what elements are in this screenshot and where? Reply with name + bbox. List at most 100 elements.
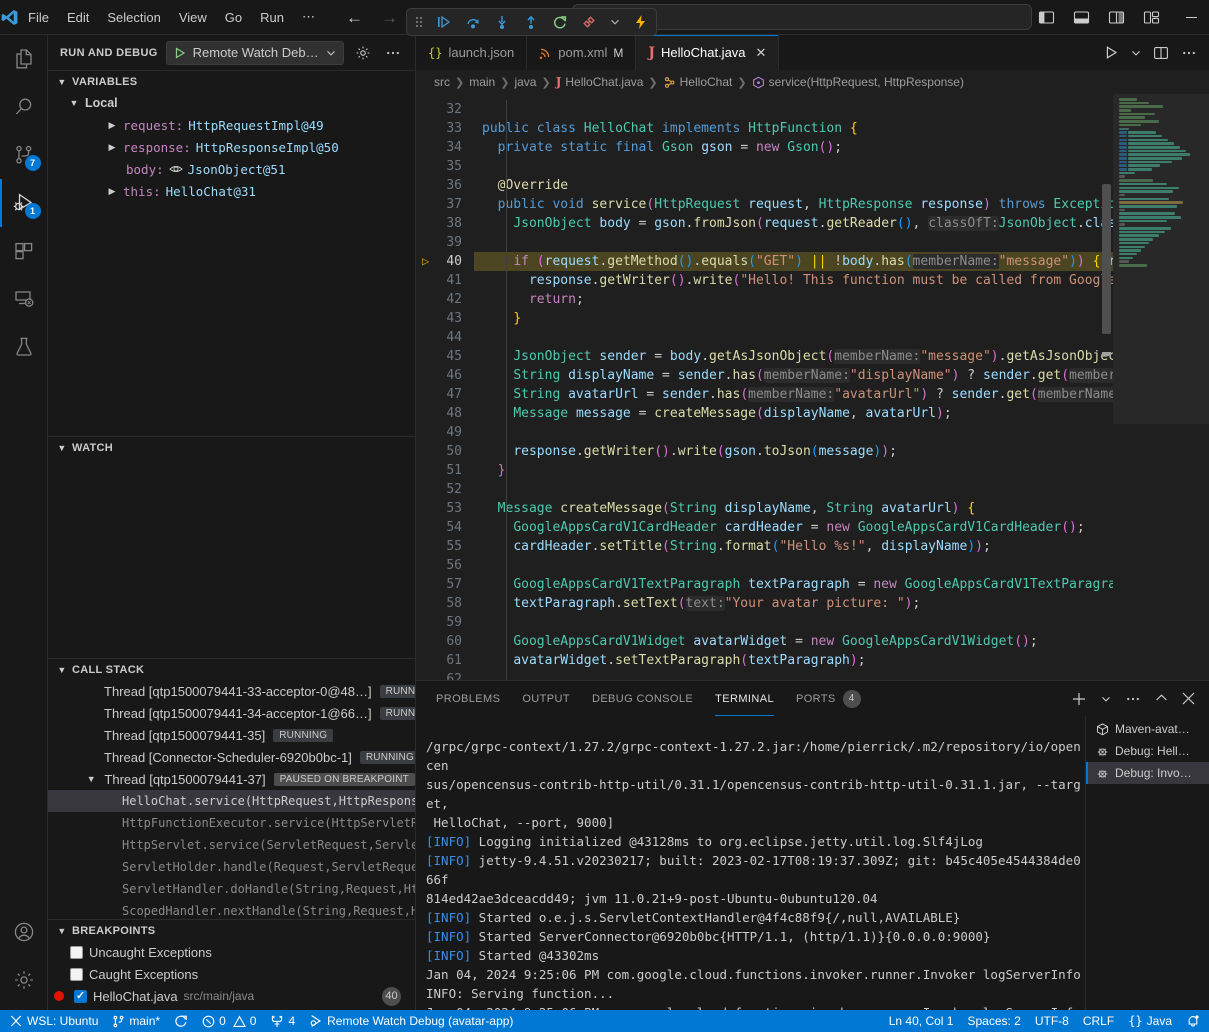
breadcrumb-item-java[interactable]: java [514,75,536,89]
breadcrumb-item-main[interactable]: main [469,75,495,89]
tab-terminal[interactable]: TERMINAL [715,681,774,716]
launch-configuration-select[interactable]: Remote Watch Debug [166,41,344,65]
menu-run[interactable]: Run [251,6,293,29]
variables-scope-local[interactable]: ▼ Local [48,92,415,114]
activity-search-icon[interactable] [0,83,48,131]
close-icon[interactable]: ✕ [756,45,767,61]
variable-row-response[interactable]: ▶ response: HttpResponseImpl@50 [48,136,415,158]
callstack-frame-row[interactable]: HelloChat.service(HttpRequest,HttpRespon… [48,790,415,812]
tab-problems[interactable]: PROBLEMS [436,681,500,716]
terminal-output[interactable]: /grpc/grpc-context/1.27.2/grpc-context-1… [416,716,1085,1010]
toggle-secondary-sidebar-icon[interactable] [1102,3,1130,31]
breakpoint-row-hellochat[interactable]: HelloChat.java src/main/java 40 [48,985,415,1007]
activity-testing-icon[interactable] [0,323,48,371]
continue-icon[interactable] [436,14,452,30]
breadcrumb-item-class[interactable]: HelloChat [663,75,733,89]
chevron-right-icon[interactable]: ▶ [106,186,118,197]
maximize-panel-icon[interactable] [1155,692,1168,705]
run-or-debug-icon[interactable] [1104,45,1119,60]
callstack-thread-row[interactable]: Thread [qtp1500079441-34-acceptor-1@66…]… [48,702,415,724]
status-ports-forwarded[interactable]: 4 [263,1010,302,1032]
step-over-icon[interactable] [465,14,481,30]
chevron-right-icon[interactable]: ▶ [106,142,118,153]
hot-reload-icon[interactable] [633,14,648,30]
breakpoint-arrow-icon[interactable]: ▷ [422,255,429,268]
activity-accounts-icon[interactable] [0,908,48,956]
code-view[interactable]: 32 33 34 35 36 37 38 39 ▷ 40 41 42 [416,94,1113,680]
code-content[interactable]: public class HelloChat implements HttpFu… [474,94,1113,680]
gear-icon[interactable] [352,42,374,64]
more-actions-icon[interactable] [1125,691,1141,707]
play-icon[interactable] [174,47,186,59]
terminal-list-item-debug-invoker[interactable]: Debug: Invo… [1086,762,1209,784]
split-editor-icon[interactable] [1153,45,1169,61]
callstack-frame-row[interactable]: ScopedHandler.nextHandle(String,Request,… [48,900,415,919]
minimize-button[interactable] [1169,0,1209,35]
tab-ports[interactable]: PORTS 4 [796,681,861,716]
menu-file[interactable]: File [19,6,58,29]
ellipsis-icon[interactable] [382,42,404,64]
step-out-icon[interactable] [523,14,539,30]
callstack-frame-row[interactable]: HttpServlet.service(ServletRequest,Servl… [48,834,415,856]
callstack-thread-row[interactable]: Thread [qtp1500079441-35] RUNNING [48,724,415,746]
line-number-gutter[interactable]: 32 33 34 35 36 37 38 39 ▷ 40 41 42 [416,94,474,680]
callstack-frame-row[interactable]: HttpFunctionExecutor.service(HttpServlet… [48,812,415,834]
close-panel-icon[interactable] [1182,692,1195,705]
menu-edit[interactable]: Edit [58,6,98,29]
variable-row-this[interactable]: ▶ this: HelloChat@31 [48,180,415,202]
callstack-frame-row[interactable]: ServletHandler.doHandle(String,Request,H… [48,878,415,900]
tab-pom-xml[interactable]: pom.xml M [527,35,636,70]
variable-row-body[interactable]: body: JsonObject@51 [48,158,415,180]
disconnect-icon[interactable] [581,14,597,30]
breadcrumb-item-file[interactable]: J HelloChat.java [556,75,644,89]
restart-icon[interactable] [552,14,568,30]
breakpoint-row-caught-exceptions[interactable]: Caught Exceptions [48,963,415,985]
menu-go[interactable]: Go [216,6,251,29]
status-problems[interactable]: 0 0 [195,1010,263,1032]
step-into-icon[interactable] [494,14,510,30]
toggle-primary-sidebar-icon[interactable] [1032,3,1060,31]
editor-scrollbar[interactable] [1102,184,1111,334]
breakpoint-checkbox[interactable] [70,946,83,959]
callstack-section-header[interactable]: ▼ CALL STACK [48,658,415,680]
menu-selection[interactable]: Selection [98,6,169,29]
callstack-thread-row[interactable]: Thread [Connector-Scheduler-6920b0bc-1] … [48,746,415,768]
chevron-down-icon[interactable] [610,17,620,27]
breadcrumb-item-method[interactable]: service(HttpRequest, HttpResponse) [752,75,964,89]
status-sync-changes[interactable] [167,1010,195,1032]
breakpoint-checkbox[interactable] [70,968,83,981]
activity-manage-settings-icon[interactable] [0,956,48,1004]
status-debug-session[interactable]: Remote Watch Debug (avatar-app) [302,1010,520,1032]
breakpoint-row-uncaught-exceptions[interactable]: Uncaught Exceptions [48,941,415,963]
status-language-mode[interactable]: {} Java [1121,1010,1179,1032]
breadcrumb-item-src[interactable]: src [434,75,450,89]
breakpoints-section-header[interactable]: ▼ BREAKPOINTS [48,919,415,941]
chevron-right-icon[interactable]: ▶ [106,120,118,131]
status-cursor-position[interactable]: Ln 40, Col 1 [882,1010,961,1032]
chevron-down-icon[interactable] [1101,694,1111,704]
activity-explorer-icon[interactable] [0,35,48,83]
activity-remote-explorer-icon[interactable] [0,275,48,323]
minimap[interactable] [1113,94,1209,680]
variables-section-header[interactable]: ▼ VARIABLES [48,70,415,92]
activity-source-control-icon[interactable]: 7 [0,131,48,179]
tab-output[interactable]: OUTPUT [522,681,570,716]
terminal-list-item-maven[interactable]: Maven-avat… [1086,718,1209,740]
status-notifications[interactable] [1179,1010,1207,1032]
more-actions-icon[interactable] [1181,45,1197,61]
activity-extensions-icon[interactable] [0,227,48,275]
callstack-thread-row[interactable]: Thread [qtp1500079441-33-acceptor-0@48…]… [48,680,415,702]
callstack-thread-row-paused[interactable]: ▼ Thread [qtp1500079441-37] PAUSED ON BR… [48,768,415,790]
new-terminal-icon[interactable] [1071,691,1087,707]
tab-launch-json[interactable]: {} launch.json [416,35,527,70]
drag-handle-icon[interactable] [415,15,423,29]
arrow-right-icon[interactable]: → [381,9,398,26]
callstack-frame-row[interactable]: ServletHolder.handle(Request,ServletRequ… [48,856,415,878]
status-git-branch[interactable]: main* [105,1010,167,1032]
activity-run-and-debug-icon[interactable]: 1 [0,179,48,227]
status-eol[interactable]: CRLF [1076,1010,1121,1032]
variable-row-request[interactable]: ▶ request: HttpRequestImpl@49 [48,114,415,136]
status-indentation[interactable]: Spaces: 2 [960,1010,1027,1032]
eye-icon[interactable] [169,163,183,175]
menu-more[interactable]: ⋯ [293,5,324,29]
